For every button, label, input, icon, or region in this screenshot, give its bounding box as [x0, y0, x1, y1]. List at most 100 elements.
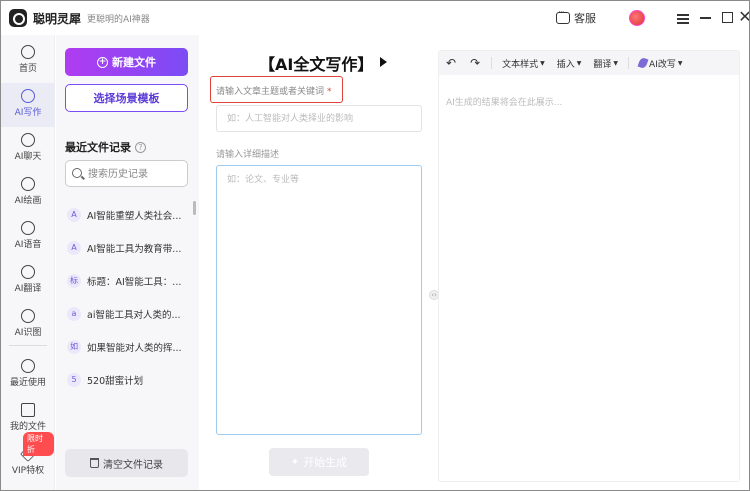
home-icon	[21, 45, 35, 59]
app-window: 聪明灵犀 更聪明的AI神器 客服 ✕ 首页 AI写作 AI聊天 AI绘画	[0, 0, 750, 491]
app-tagline: 更聪明的AI神器	[87, 15, 150, 25]
ai-rewrite-dropdown[interactable]: AI改写 ▼	[633, 56, 688, 70]
support-label: 客服	[574, 12, 596, 25]
history-badge: 如	[67, 339, 81, 354]
new-file-label: 新建文件	[112, 56, 156, 69]
history-item[interactable]: A AI智能工具为教育带...	[65, 231, 187, 264]
redo-button[interactable]: ↷	[463, 56, 487, 70]
nav-label: 我的文件	[9, 422, 46, 432]
topic-label-highlight: 请输入文章主题或者关键词 *	[210, 76, 343, 103]
clock-icon	[21, 359, 35, 373]
undo-button[interactable]: ↶	[439, 56, 463, 70]
nav-label: AI翻译	[14, 284, 42, 294]
titlebar: 聪明灵犀 更聪明的AI神器 客服 ✕	[1, 1, 749, 35]
app-name: 聪明灵犀	[33, 12, 82, 26]
template-label: 选择场景模板	[93, 92, 160, 105]
text-style-label: 文本样式	[502, 59, 539, 70]
nav-label: VIP特权	[11, 466, 45, 476]
nav-label: AI识图	[14, 328, 42, 338]
page-title: 【AI全文写作】	[259, 55, 374, 74]
history-text: ai智能工具对人类的...	[87, 309, 181, 321]
choose-template-button[interactable]: 选择场景模板	[65, 84, 188, 112]
history-item[interactable]: a ai智能工具对人类的...	[65, 297, 187, 330]
input-panel: 【AI全文写作】 请输入文章主题或者关键词* 请输入详细描述 ✦ 开始生成	[199, 35, 429, 490]
file-icon	[21, 403, 35, 417]
nav-label: AI聊天	[14, 152, 42, 162]
minimize-icon[interactable]	[698, 9, 714, 25]
history-text: 520甜蜜计划	[87, 375, 144, 387]
nav-label: AI绘画	[14, 196, 42, 206]
file-panel: + 新建文件 选择场景模板 最近文件记录 ? A AI智能重塑人类社会... A…	[56, 35, 199, 490]
nav-item-home[interactable]: 首页	[1, 39, 55, 83]
help-icon[interactable]: ?	[135, 141, 146, 153]
text-style-dropdown[interactable]: 文本样式 ▼	[496, 57, 551, 70]
nav-label: AI语音	[14, 240, 42, 250]
detail-label: 请输入详细描述	[216, 150, 280, 160]
history-search	[65, 160, 188, 187]
sparkle-icon: ✦	[290, 456, 300, 468]
history-text: 标题：AI智能工具：...	[87, 276, 182, 288]
history-item[interactable]: A AI智能重塑人类社会...	[65, 198, 187, 231]
nav-item-ai-translate[interactable]: AI翻译	[1, 259, 55, 303]
nav-item-ai-paint[interactable]: AI绘画	[1, 171, 55, 215]
history-item[interactable]: 5 520甜蜜计划	[65, 363, 187, 396]
translate-label: 翻译	[593, 59, 612, 70]
recent-title-text: 最近文件记录	[65, 141, 131, 154]
caret-down-icon: ▼	[677, 59, 683, 67]
nav-label: 最近使用	[9, 378, 46, 388]
close-icon[interactable]: ✕	[737, 9, 749, 25]
required-mark: *	[327, 87, 332, 97]
image-recognize-icon	[21, 309, 35, 323]
topic-input[interactable]	[216, 105, 422, 132]
insert-label: 插入	[556, 59, 575, 70]
toolbar-divider	[491, 57, 493, 69]
support-button[interactable]: 客服	[556, 8, 596, 26]
history-badge: A	[67, 240, 81, 255]
chat-icon	[21, 133, 35, 147]
nav-item-recent[interactable]: 最近使用	[1, 353, 55, 397]
translate-dropdown[interactable]: 翻译 ▼	[587, 57, 624, 70]
output-panel: ↶ ↷ 文本样式 ▼ 插入 ▼ 翻译 ▼ AI改写 ▼ AI生成的结果将会在此展示...	[438, 50, 740, 482]
history-scrollbar[interactable]	[193, 201, 196, 215]
generate-label: 开始生成	[303, 456, 348, 469]
maximize-icon[interactable]	[719, 9, 735, 25]
insert-dropdown[interactable]: 插入 ▼	[551, 57, 588, 70]
main-nav: 首页 AI写作 AI聊天 AI绘画 AI语音 AI翻译 AI识图 最近使用 我的…	[1, 35, 55, 490]
history-text: 如果智能对人类的挥...	[87, 342, 182, 354]
feather-icon	[637, 56, 649, 70]
new-file-button[interactable]: + 新建文件	[65, 48, 188, 76]
clear-history-button[interactable]: 清空文件记录	[65, 449, 188, 477]
topic-label: 请输入文章主题或者关键词 *	[216, 84, 332, 97]
output-placeholder: AI生成的结果将会在此展示...	[446, 98, 563, 108]
user-avatar[interactable]	[629, 10, 645, 26]
trash-icon	[90, 458, 99, 468]
nav-item-ai-image[interactable]: AI识图	[1, 303, 55, 347]
history-item[interactable]: 如 如果智能对人类的挥...	[65, 330, 187, 363]
history-item[interactable]: 标 标题：AI智能工具：...	[65, 264, 187, 297]
caret-down-icon: ▼	[540, 59, 545, 67]
generate-button[interactable]: ✦ 开始生成	[269, 448, 369, 476]
nav-item-ai-chat[interactable]: AI聊天	[1, 127, 55, 171]
history-badge: 标	[67, 273, 81, 288]
plus-icon: +	[97, 56, 108, 68]
history-search-input[interactable]	[88, 165, 184, 183]
discount-badge: 限时折	[23, 432, 54, 456]
detail-input[interactable]	[216, 165, 422, 435]
play-icon[interactable]	[380, 57, 387, 67]
history-text: AI智能工具为教育带...	[87, 243, 182, 255]
history-badge: A	[67, 207, 81, 222]
nav-item-ai-voice[interactable]: AI语音	[1, 215, 55, 259]
ai-rewrite-label: AI改写	[649, 59, 676, 70]
history-badge: 5	[67, 372, 81, 387]
topic-label-text: 请输入文章主题或者关键词	[216, 87, 325, 97]
nav-label: AI写作	[14, 108, 42, 118]
search-icon	[72, 168, 82, 178]
menu-icon[interactable]	[675, 9, 691, 25]
nav-divider	[9, 345, 47, 346]
nav-item-ai-write[interactable]: AI写作	[1, 83, 55, 127]
chat-bubble-icon	[556, 8, 570, 24]
history-text: AI智能重塑人类社会...	[87, 210, 182, 222]
editor-toolbar: ↶ ↷ 文本样式 ▼ 插入 ▼ 翻译 ▼ AI改写 ▼	[439, 51, 739, 75]
history-list: A AI智能重塑人类社会... A AI智能工具为教育带... 标 标题：AI智…	[65, 198, 187, 396]
recent-files-title: 最近文件记录 ?	[65, 139, 146, 155]
